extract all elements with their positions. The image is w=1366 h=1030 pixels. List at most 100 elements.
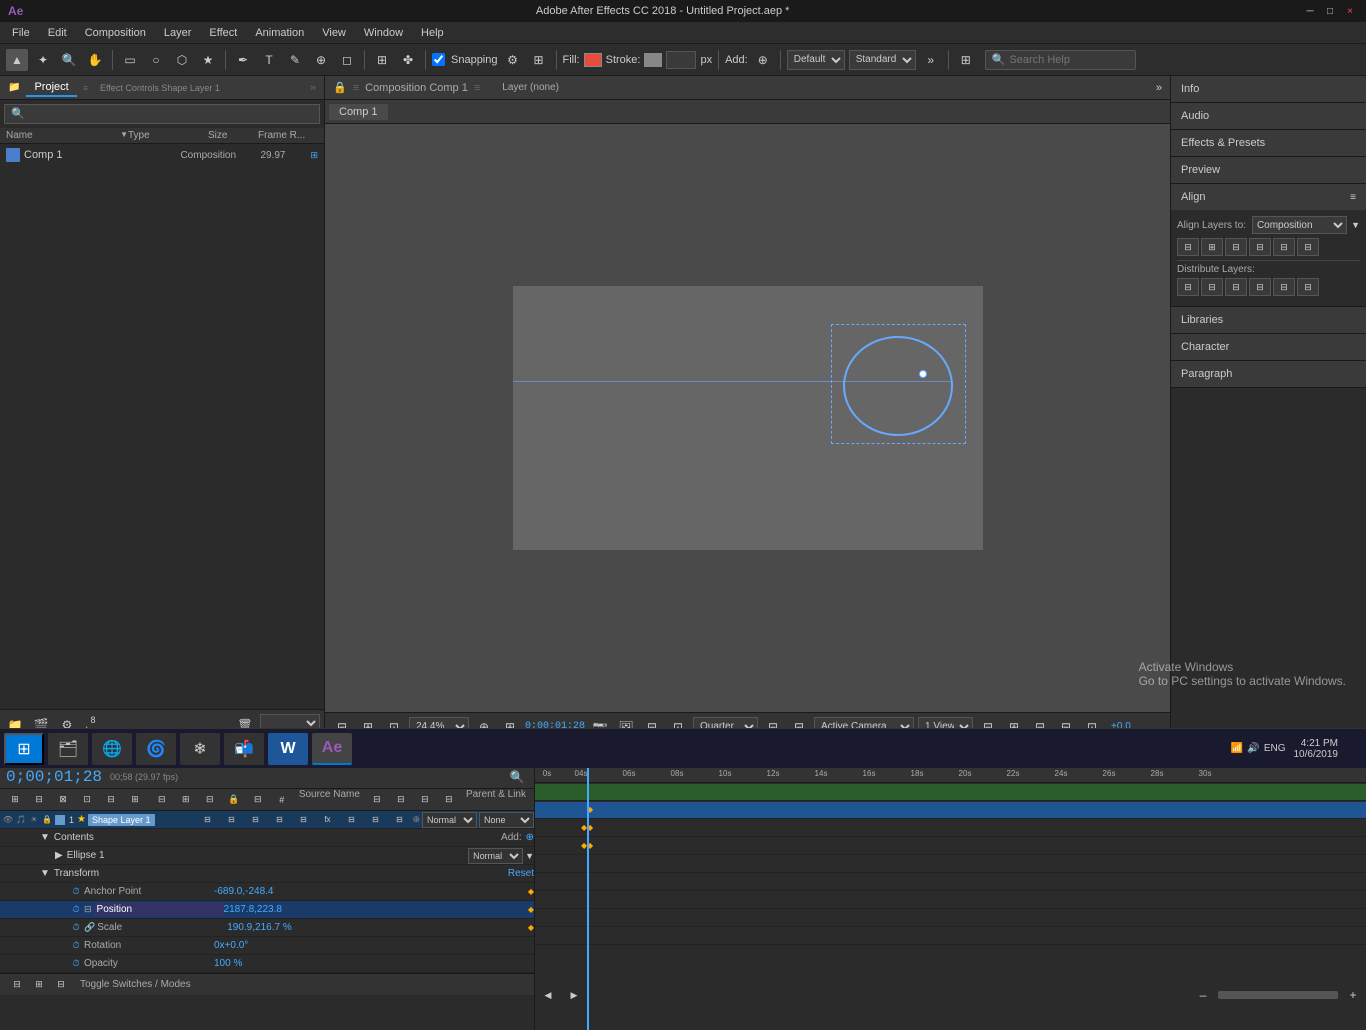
taskbar-clock[interactable]: 4:21 PM 10/6/2019 <box>1294 738 1339 760</box>
transform-reset-btn[interactable]: Reset <box>508 868 534 879</box>
layer-adjust[interactable]: ⊟ <box>364 809 386 831</box>
taskbar-app4[interactable]: ❄ <box>180 733 220 765</box>
menu-file[interactable]: File <box>4 25 38 41</box>
menu-composition[interactable]: Composition <box>77 25 154 41</box>
rotation-value[interactable]: 0x+0.0° <box>214 940 528 951</box>
audio-header[interactable]: Audio <box>1171 103 1366 129</box>
workspace-default[interactable]: Default <box>787 50 845 70</box>
close-button[interactable]: × <box>1342 3 1358 19</box>
opacity-keyframe[interactable]: ◆ <box>528 959 534 968</box>
tl-comment[interactable]: # <box>271 789 293 811</box>
tl-lock[interactable]: 🔒 <box>223 789 245 811</box>
col-type-header[interactable]: Type <box>128 130 208 141</box>
eraser-tool[interactable]: ◻ <box>336 49 358 71</box>
position-value[interactable]: 2187.8,223.8 <box>224 904 528 915</box>
show-desktop-btn[interactable] <box>1346 733 1354 765</box>
anchor-stopwatch[interactable]: ⏱ <box>70 886 82 898</box>
project-tab[interactable]: Project <box>26 79 76 97</box>
taskbar-lang-label[interactable]: ENG <box>1264 743 1286 754</box>
pos-kf2[interactable]: ◆ <box>587 823 593 832</box>
paragraph-header[interactable]: Paragraph <box>1171 361 1366 387</box>
ellipse-mode-select[interactable]: Normal <box>468 848 523 864</box>
tl-frame-blend[interactable]: ⊟ <box>100 789 122 811</box>
align-target-select[interactable]: Composition <box>1252 216 1347 234</box>
opacity-value[interactable]: 100 % <box>214 958 528 969</box>
puppet-tool[interactable]: ✤ <box>397 49 419 71</box>
layer-switch1[interactable]: ⊟ <box>196 809 218 831</box>
dist-right-btn[interactable]: ⊟ <box>1225 278 1247 296</box>
search-help-box[interactable]: 🔍 <box>985 50 1137 70</box>
toggle-switches-label[interactable]: Toggle Switches / Modes <box>80 979 191 990</box>
comp-viewer[interactable] <box>325 124 1170 712</box>
opacity-stopwatch[interactable]: ⏱ <box>70 958 82 970</box>
minimize-button[interactable]: ─ <box>1302 3 1318 19</box>
col-frame-header[interactable]: Frame R... <box>258 130 318 141</box>
ellipse-tool[interactable]: ○ <box>145 49 167 71</box>
tl-switches2[interactable]: ⊟ <box>414 789 436 811</box>
add-contents-btn[interactable]: ⊕ <box>526 832 534 843</box>
layer-row-1[interactable]: 👁 🎵 ☀ 🔒 1 ★ Shape Layer 1 ⊟ ⊟ ⊟ ⊟ ⊟ fx ⊟ <box>0 811 534 829</box>
tl-go-out[interactable]: ▶ <box>563 984 585 1006</box>
workspace-expand[interactable]: » <box>920 49 942 71</box>
menu-window[interactable]: Window <box>356 25 411 41</box>
layer-parent-select[interactable]: None <box>479 812 534 828</box>
roto-tool[interactable]: ⊞ <box>371 49 393 71</box>
ellipse-expand[interactable]: ▶ <box>55 850 63 861</box>
rot-keyframe[interactable]: ◆ <box>528 941 534 950</box>
scale-keyframe[interactable]: ◆ <box>528 923 534 932</box>
taskbar-chrome[interactable]: 🌐 <box>92 733 132 765</box>
search-input[interactable] <box>1009 54 1129 66</box>
menu-animation[interactable]: Animation <box>247 25 312 41</box>
project-item-comp1[interactable]: Comp 1 Composition 29.97 ⊞ <box>0 144 324 166</box>
zoom-tool[interactable]: 🔍 <box>58 49 80 71</box>
track-keyframe1[interactable]: ◆ <box>587 805 593 814</box>
layer-moblur[interactable]: ⊟ <box>340 809 362 831</box>
star-tool[interactable]: ★ <box>197 49 219 71</box>
taskbar-mail[interactable]: 📬 <box>224 733 264 765</box>
snap-icon2[interactable]: ⊞ <box>528 49 550 71</box>
align-hcenter-btn[interactable]: ⊞ <box>1201 238 1223 256</box>
align-dropdown-icon[interactable]: ▼ <box>1351 220 1360 230</box>
layer1-track-row[interactable]: ◆ <box>535 801 1366 819</box>
tl-composition[interactable]: ⊠ <box>52 789 74 811</box>
dist-top-btn[interactable]: ⊟ <box>1249 278 1271 296</box>
layer-collapse[interactable]: ⊟ <box>268 809 290 831</box>
menu-view[interactable]: View <box>314 25 354 41</box>
window-controls[interactable]: ─ □ × <box>1302 3 1358 19</box>
hand-tool[interactable]: ✋ <box>84 49 106 71</box>
libraries-header[interactable]: Libraries <box>1171 307 1366 333</box>
taskbar-word[interactable]: W <box>268 733 308 765</box>
tl-render-order[interactable]: ⊞ <box>4 789 26 811</box>
layer-effects[interactable]: fx <box>316 809 338 831</box>
comp-tab-comp1[interactable]: Comp 1 <box>329 104 388 120</box>
layer-shy[interactable]: ⊟ <box>244 809 266 831</box>
align-bottom-btn[interactable]: ⊟ <box>1297 238 1319 256</box>
layer-lock-icon[interactable]: 🔒 <box>41 814 53 826</box>
ellipse-shape[interactable] <box>843 336 953 436</box>
layer-solo-icon[interactable]: ☀ <box>28 814 40 826</box>
layer-3d[interactable]: ⊟ <box>388 809 410 831</box>
scale-value[interactable]: 190.9,216.7 % <box>227 922 528 933</box>
anchor-tool[interactable]: ✦ <box>32 49 54 71</box>
col-size-header[interactable]: Size <box>208 130 258 141</box>
dist-vcenter-btn[interactable]: ⊟ <box>1273 278 1295 296</box>
timeline-time[interactable]: 0;00;01;28 <box>6 768 102 786</box>
layer-switch2[interactable]: ⊟ <box>220 809 242 831</box>
workspace-standard[interactable]: Standard <box>849 50 916 70</box>
timeline-zoom-bar[interactable] <box>1218 991 1338 999</box>
maximize-button[interactable]: □ <box>1322 3 1338 19</box>
tl-link[interactable]: ⊟ <box>390 789 412 811</box>
tl-keys[interactable]: ⊟ <box>438 789 460 811</box>
tl-motion-blur[interactable]: ⊡ <box>76 789 98 811</box>
pos-stopwatch[interactable]: ⏱ <box>70 904 82 916</box>
scale-kf2[interactable]: ◆ <box>587 841 593 850</box>
pos-keyframe[interactable]: ◆ <box>528 905 534 914</box>
align-header[interactable]: Align ≡ <box>1171 184 1366 210</box>
tl-switches[interactable]: ⊟ <box>151 789 173 811</box>
tl-go-in[interactable]: ◀ <box>537 984 559 1006</box>
col-name-header[interactable]: Name <box>6 130 120 141</box>
dist-left-btn[interactable]: ⊟ <box>1177 278 1199 296</box>
layer-eye-icon[interactable]: 👁 <box>2 814 14 826</box>
viewer-options[interactable]: ⊞ <box>955 49 977 71</box>
snapping-checkbox[interactable] <box>432 53 445 66</box>
